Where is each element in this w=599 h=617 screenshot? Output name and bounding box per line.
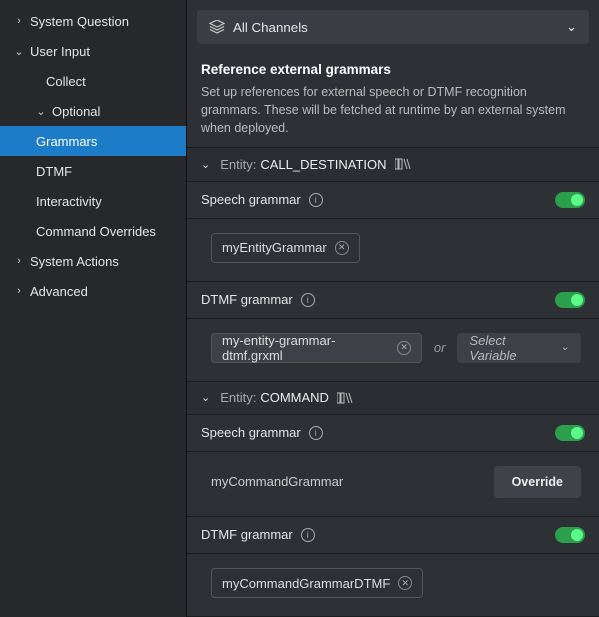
info-icon[interactable]: i xyxy=(309,193,323,207)
chevron-down-icon: ⌄ xyxy=(34,105,48,118)
dtmf-grammar-header: DTMF grammar i xyxy=(187,282,599,319)
tree-system-question[interactable]: ›System Question xyxy=(0,6,186,36)
entity-icon xyxy=(395,158,411,170)
grammar-text: myCommandGrammar xyxy=(211,474,482,489)
speech-toggle[interactable] xyxy=(555,192,585,208)
tree-system-actions[interactable]: ›System Actions xyxy=(0,246,186,276)
entity-header[interactable]: ⌄ Entity: COMMAND xyxy=(187,382,599,415)
tree-optional[interactable]: ⌄Optional xyxy=(0,96,186,126)
main-panel: All Channels ⌄ Reference external gramma… xyxy=(187,0,599,617)
info-icon[interactable]: i xyxy=(301,528,315,542)
override-button[interactable]: Override xyxy=(494,466,581,498)
tree-command-overrides[interactable]: Command Overrides xyxy=(0,216,186,246)
speech-grammar-header: Speech grammar i xyxy=(187,182,599,219)
dtmf-toggle[interactable] xyxy=(555,527,585,543)
grammar-chip[interactable]: myCommandGrammarDTMF ✕ xyxy=(211,568,423,598)
chevron-down-icon: ⌄ xyxy=(201,391,210,404)
tree-grammars[interactable]: Grammars xyxy=(0,126,186,156)
select-variable-dropdown[interactable]: Select Variable ⌄ xyxy=(457,333,581,363)
entity-icon xyxy=(337,392,353,404)
remove-icon[interactable]: ✕ xyxy=(398,576,412,590)
grammar-chip[interactable]: myEntityGrammar ✕ xyxy=(211,233,360,263)
dtmf-toggle[interactable] xyxy=(555,292,585,308)
dtmf-grammar-header: DTMF grammar i xyxy=(187,517,599,554)
section-description: Set up references for external speech or… xyxy=(201,83,585,137)
chevron-down-icon: ⌄ xyxy=(12,45,26,58)
section-header: Reference external grammars Set up refer… xyxy=(187,50,599,148)
layers-icon xyxy=(209,20,225,34)
sidebar: ›System Question ⌄User Input Collect ⌄Op… xyxy=(0,0,187,617)
tree-interactivity[interactable]: Interactivity xyxy=(0,186,186,216)
grammar-chip[interactable]: my-entity-grammar-dtmf.grxml ✕ xyxy=(211,333,422,363)
chevron-down-icon: ⌄ xyxy=(566,19,577,35)
chevron-down-icon: ⌄ xyxy=(201,158,210,171)
entity-header[interactable]: ⌄ Entity: CALL_DESTINATION xyxy=(187,148,599,181)
chevron-right-icon: › xyxy=(12,255,26,267)
speech-toggle[interactable] xyxy=(555,425,585,441)
tree-user-input[interactable]: ⌄User Input xyxy=(0,36,186,66)
remove-icon[interactable]: ✕ xyxy=(397,341,411,355)
chevron-down-icon: ⌄ xyxy=(561,342,569,353)
tree-collect[interactable]: Collect xyxy=(0,66,186,96)
channels-dropdown[interactable]: All Channels ⌄ xyxy=(197,10,589,44)
tree-advanced[interactable]: ›Advanced xyxy=(0,276,186,306)
chevron-right-icon: › xyxy=(12,285,26,297)
info-icon[interactable]: i xyxy=(301,293,315,307)
tree-dtmf[interactable]: DTMF xyxy=(0,156,186,186)
remove-icon[interactable]: ✕ xyxy=(335,241,349,255)
info-icon[interactable]: i xyxy=(309,426,323,440)
section-title: Reference external grammars xyxy=(201,62,585,77)
chevron-right-icon: › xyxy=(12,15,26,27)
speech-grammar-header: Speech grammar i xyxy=(187,415,599,452)
